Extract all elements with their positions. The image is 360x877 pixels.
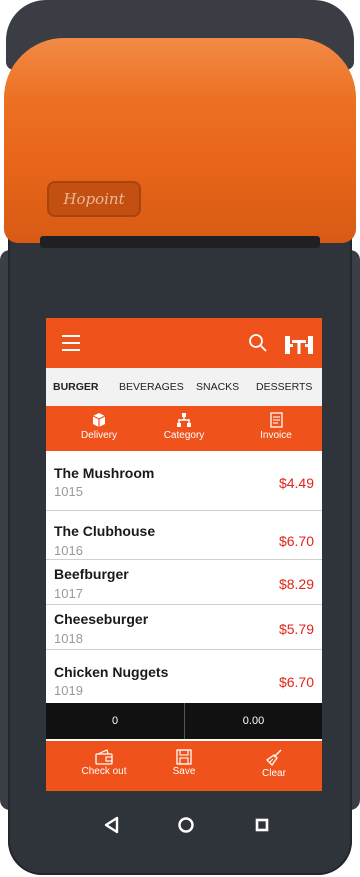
broom-icon: [265, 749, 282, 767]
item-name: The Mushroom: [54, 465, 155, 481]
item-code: 1018: [54, 631, 83, 646]
system-nav-bar: [46, 795, 322, 855]
item-price: $6.70: [278, 674, 314, 690]
list-item[interactable]: Beefburger 1017 $8.29: [46, 560, 322, 605]
save-icon: [176, 749, 192, 765]
dining-table-icon[interactable]: [284, 330, 314, 356]
category-tabs: BURGER BEVERAGES SNACKS DESSERTS: [46, 368, 322, 406]
total-count: 0: [111, 715, 119, 727]
app-bar: [46, 318, 322, 368]
invoice-icon: [269, 412, 283, 428]
clear-button[interactable]: Clear: [234, 741, 314, 791]
item-price: $4.49: [278, 475, 314, 491]
category-button[interactable]: Category: [149, 406, 219, 451]
search-icon[interactable]: [248, 333, 268, 353]
save-button[interactable]: Save: [144, 741, 224, 791]
item-price: $6.70: [278, 533, 314, 549]
brand-logo: Hopoint: [47, 181, 141, 217]
recent-apps-icon[interactable]: [248, 811, 276, 839]
totals-bar: 0 0.00: [46, 703, 322, 739]
invoice-button[interactable]: Invoice: [241, 406, 311, 451]
list-item[interactable]: Chicken Nuggets 1019 $6.70: [46, 650, 322, 702]
item-price: $8.29: [278, 576, 314, 592]
item-price: $5.79: [278, 621, 314, 637]
paper-slot: [40, 236, 320, 248]
bottom-action-bar: Check out Save Clear: [46, 741, 322, 791]
box-icon: [92, 413, 106, 427]
home-icon[interactable]: [172, 811, 200, 839]
item-code: 1015: [54, 484, 83, 499]
tab-beverages[interactable]: BEVERAGES: [119, 368, 184, 406]
item-code: 1017: [54, 586, 83, 601]
list-item[interactable]: Cheeseburger 1018 $5.79: [46, 605, 322, 650]
sitemap-icon: [177, 413, 191, 427]
item-code: 1016: [54, 543, 83, 558]
tab-desserts[interactable]: DESSERTS: [256, 368, 312, 406]
action-bar: Delivery Category Invoice: [46, 406, 322, 451]
tab-burger[interactable]: BURGER: [53, 368, 99, 406]
tab-snacks[interactable]: SNACKS: [196, 368, 239, 406]
checkout-button[interactable]: Check out: [64, 741, 144, 791]
back-icon[interactable]: [98, 811, 126, 839]
list-item[interactable]: The Mushroom 1015 $4.49: [46, 451, 322, 511]
item-code: 1019: [54, 683, 83, 698]
list-item[interactable]: The Clubhouse 1016 $6.70: [46, 511, 322, 560]
product-list: The Mushroom 1015 $4.49 The Clubhouse 10…: [46, 451, 322, 703]
total-amount: 0.00: [242, 715, 265, 727]
item-name: Beefburger: [54, 566, 129, 582]
app-screen: BURGER BEVERAGES SNACKS DESSERTS Deliver…: [46, 318, 322, 741]
delivery-button[interactable]: Delivery: [64, 406, 134, 451]
item-name: The Clubhouse: [54, 523, 156, 539]
wallet-icon: [95, 749, 113, 765]
item-name: Cheeseburger: [54, 611, 149, 627]
item-name: Chicken Nuggets: [54, 664, 169, 680]
menu-icon[interactable]: [62, 335, 80, 351]
